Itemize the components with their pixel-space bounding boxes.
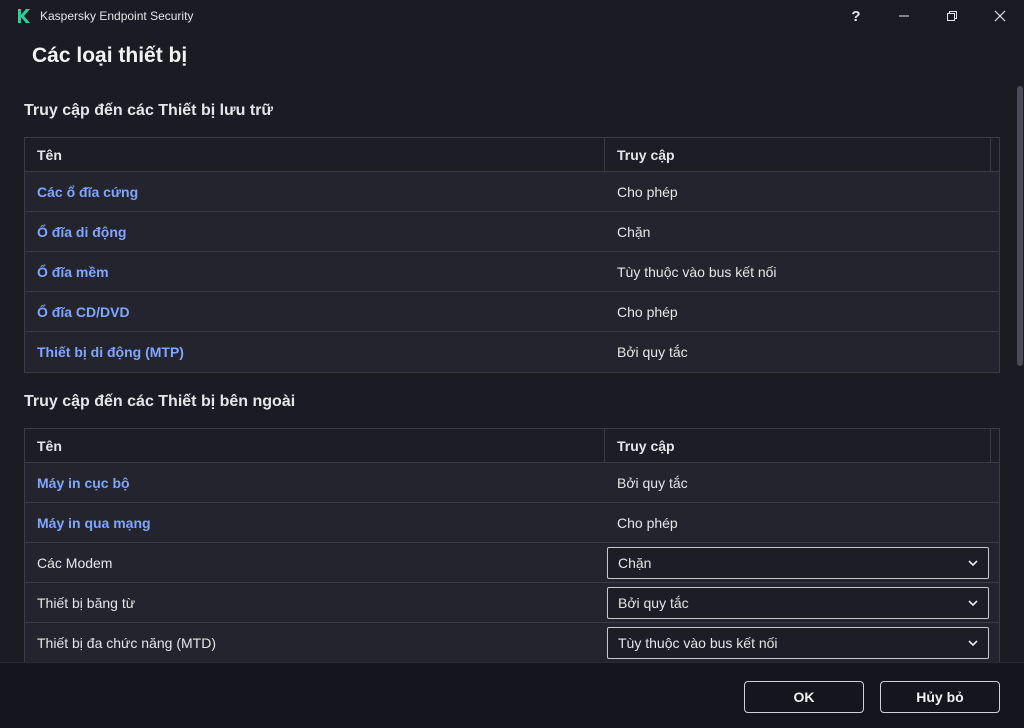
access-value: Cho phép (617, 303, 678, 320)
chevron-down-icon (968, 559, 978, 566)
ok-button[interactable]: OK (744, 681, 864, 713)
table-row: Ổ đĩa CD/DVD Cho phép (25, 292, 999, 332)
title-bar: Kaspersky Endpoint Security ? (0, 0, 1024, 32)
select-value: Bởi quy tắc (618, 594, 689, 611)
device-link[interactable]: Ổ đĩa mềm (37, 264, 109, 280)
content-scroll-area[interactable]: Truy cập đến các Thiết bị lưu trữ Tên Tr… (0, 84, 1016, 662)
help-button[interactable]: ? (832, 0, 880, 32)
device-link[interactable]: Máy in qua mạng (37, 515, 151, 531)
device-link[interactable]: Thiết bị di động (MTP) (37, 344, 184, 360)
device-link[interactable]: Ổ đĩa CD/DVD (37, 304, 130, 320)
select-value: Chặn (618, 554, 652, 571)
minimize-button[interactable] (880, 0, 928, 32)
table-row: Các ổ đĩa cứng Cho phép (25, 172, 999, 212)
chevron-down-icon (968, 640, 978, 647)
device-link[interactable]: Máy in cục bộ (37, 475, 130, 491)
table-row: Máy in qua mạng Cho phép (25, 503, 999, 543)
storage-section-title: Truy cập đến các Thiết bị lưu trữ (24, 102, 273, 119)
access-select[interactable]: Chặn (607, 546, 989, 579)
table-row: Ổ đĩa mềm Tùy thuộc vào bus kết nối (25, 252, 999, 292)
restore-icon (947, 11, 957, 21)
table-row: Thiết bị băng từ Bởi quy tắc (25, 583, 999, 623)
table-header: Tên Truy cập (25, 429, 999, 463)
restore-button[interactable] (928, 0, 976, 32)
device-name: Thiết bị băng từ (37, 594, 136, 611)
cancel-button[interactable]: Hủy bỏ (880, 681, 1000, 713)
device-name: Các Modem (37, 554, 113, 571)
access-value: Cho phép (617, 514, 678, 531)
table-row: Máy in cục bộ Bởi quy tắc (25, 463, 999, 503)
kaspersky-logo-icon (18, 9, 30, 23)
column-header-name[interactable]: Tên (25, 429, 605, 462)
access-select[interactable]: Bởi quy tắc (607, 586, 989, 619)
scrollbar-thumb[interactable] (1017, 86, 1023, 366)
chevron-down-icon (968, 599, 978, 606)
device-name: Thiết bị đa chức năng (MTD) (37, 635, 216, 651)
dialog-footer: OK Hủy bỏ (0, 662, 1024, 728)
close-icon (994, 10, 1006, 22)
vertical-scrollbar[interactable] (1016, 84, 1024, 662)
table-row: Ổ đĩa di động Chặn (25, 212, 999, 252)
minimize-icon (899, 15, 909, 17)
access-value: Cho phép (617, 183, 678, 200)
table-row: Các Modem Chặn (25, 543, 999, 583)
column-header-access[interactable]: Truy cập (605, 429, 991, 462)
column-header-name[interactable]: Tên (25, 138, 605, 171)
column-header-access[interactable]: Truy cập (605, 138, 991, 171)
device-link[interactable]: Các ổ đĩa cứng (37, 184, 138, 200)
table-header: Tên Truy cập (25, 138, 999, 172)
access-value: Bởi quy tắc (617, 474, 688, 491)
access-value: Chặn (617, 223, 651, 240)
access-value: Tùy thuộc vào bus kết nối (617, 263, 777, 280)
access-value: Bởi quy tắc (617, 344, 688, 360)
access-select[interactable]: Tùy thuộc vào bus kết nối (607, 627, 989, 659)
device-link[interactable]: Ổ đĩa di động (37, 224, 126, 240)
page-title: Các loại thiết bị (32, 44, 188, 67)
table-row: Thiết bị di động (MTP) Bởi quy tắc (25, 332, 999, 372)
close-button[interactable] (976, 0, 1024, 32)
storage-devices-table: Tên Truy cập Các ổ đĩa cứng Cho phép Ổ đ… (24, 137, 1000, 373)
external-section-title: Truy cập đến các Thiết bị bên ngoài (24, 393, 296, 410)
select-value: Tùy thuộc vào bus kết nối (618, 635, 778, 651)
app-title: Kaspersky Endpoint Security (40, 9, 194, 23)
table-row: Thiết bị đa chức năng (MTD) Tùy thuộc và… (25, 623, 999, 662)
external-devices-table: Tên Truy cập Máy in cục bộ Bởi quy tắc M… (24, 428, 1000, 662)
